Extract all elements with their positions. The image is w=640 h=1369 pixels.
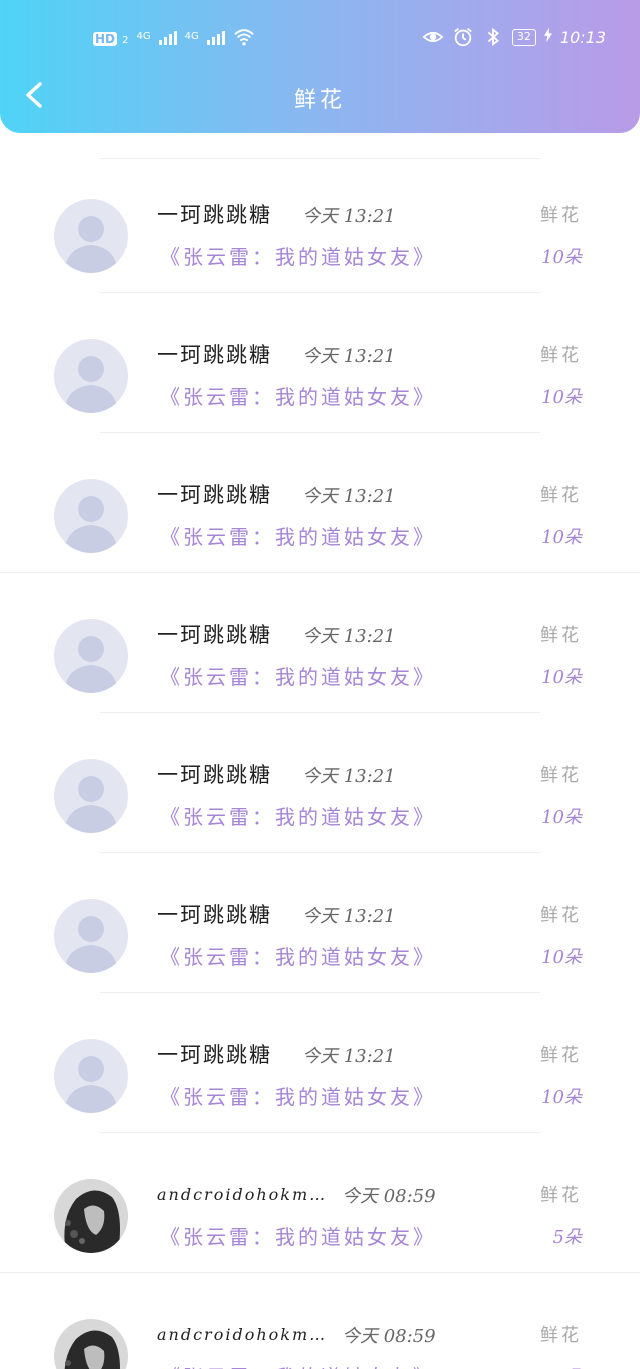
- wifi-icon: [233, 26, 255, 48]
- user-name: 一珂跳跳糖: [157, 1043, 272, 1067]
- flower-count: 10朵: [541, 667, 582, 688]
- user-name: 一珂跳跳糖: [157, 903, 272, 927]
- avatar[interactable]: [54, 339, 128, 413]
- flower-count: 5朵: [553, 1363, 582, 1369]
- default-avatar-icon: [54, 199, 128, 273]
- avatar[interactable]: [54, 479, 128, 553]
- book-title-link[interactable]: 《张云雷：我的道姑女友》: [160, 661, 436, 690]
- list-item[interactable]: 一珂跳跳糖 今天 13:21 鲜花 《张云雷：我的道姑女友》 10朵: [0, 993, 640, 1133]
- timestamp: 今天 13:21: [302, 346, 396, 367]
- user-name: 一珂跳跳糖: [157, 343, 272, 367]
- gift-type: 鲜花: [540, 1185, 582, 1206]
- gift-type: 鲜花: [540, 905, 582, 926]
- user-name: andcroidohokm…: [157, 1325, 328, 1344]
- flower-count: 10朵: [541, 947, 582, 968]
- book-title-link[interactable]: 《张云雷：我的道姑女友》: [160, 801, 436, 830]
- gift-type: 鲜花: [540, 205, 582, 226]
- default-avatar-icon: [54, 899, 128, 973]
- book-title-link[interactable]: 《张云雷：我的道姑女友》: [160, 241, 436, 270]
- timestamp: 今天 08:59: [342, 1186, 436, 1207]
- user-name: andcroidohokm…: [157, 1185, 328, 1204]
- list-item[interactable]: 一珂跳跳糖 今天 13:21 鲜花 《张云雷：我的道姑女友》 10朵: [0, 153, 640, 293]
- alarm-icon: [452, 26, 474, 48]
- default-avatar-icon: [54, 619, 128, 693]
- flower-count: 10朵: [541, 807, 582, 828]
- book-title-link[interactable]: 《张云雷：我的道姑女友》: [160, 381, 436, 410]
- list-item[interactable]: 一珂跳跳糖 今天 13:21 鲜花 《张云雷：我的道姑女友》 10朵: [0, 713, 640, 853]
- avatar[interactable]: [54, 1179, 128, 1253]
- network-type-1: 4G: [136, 31, 151, 42]
- avatar[interactable]: [54, 1039, 128, 1113]
- default-avatar-icon: [54, 1039, 128, 1113]
- avatar[interactable]: [54, 1319, 128, 1369]
- flower-count: 10朵: [541, 247, 582, 268]
- timestamp: 今天 13:21: [302, 486, 396, 507]
- avatar[interactable]: [54, 199, 128, 273]
- signal-icon: [158, 29, 177, 45]
- book-title-link[interactable]: 《张云雷：我的道姑女友》: [160, 941, 436, 970]
- gift-type: 鲜花: [540, 345, 582, 366]
- book-title-link[interactable]: 《张云雷：我的道姑女友》: [160, 1081, 436, 1110]
- gift-type: 鲜花: [540, 1045, 582, 1066]
- bluetooth-icon: [482, 26, 504, 48]
- gift-type: 鲜花: [540, 485, 582, 506]
- flower-record-list: 一珂跳跳糖 今天 13:21 鲜花 《张云雷：我的道姑女友》 10朵 一珂跳跳糖…: [0, 133, 640, 1369]
- charging-icon: [543, 27, 552, 47]
- timestamp: 今天 13:21: [302, 906, 396, 927]
- user-name: 一珂跳跳糖: [157, 623, 272, 647]
- list-item[interactable]: 一珂跳跳糖 今天 13:21 鲜花 《张云雷：我的道姑女友》 10朵: [0, 433, 640, 573]
- network-type-2: 4G: [184, 31, 199, 42]
- timestamp: 今天 13:21: [302, 766, 396, 787]
- page-title: 鲜花: [293, 88, 346, 113]
- user-photo-avatar: [54, 1179, 128, 1253]
- flower-count: 10朵: [541, 387, 582, 408]
- avatar[interactable]: [54, 899, 128, 973]
- flower-count: 10朵: [541, 527, 582, 548]
- user-name: 一珂跳跳糖: [157, 203, 272, 227]
- signal-icon: [206, 29, 225, 45]
- user-name: 一珂跳跳糖: [157, 763, 272, 787]
- flower-count: 5朵: [552, 1227, 582, 1248]
- app-header: HD 2 4G 4G 32 10:13 鲜花: [0, 0, 640, 133]
- timestamp: 今天 13:21: [302, 1046, 396, 1067]
- book-title-link[interactable]: 《张云雷：我的道姑女友》: [160, 521, 436, 550]
- gift-type: 鲜花: [540, 765, 582, 786]
- status-bar-right: 32 10:13: [422, 26, 606, 48]
- timestamp: 今天 13:21: [302, 206, 396, 227]
- book-title-link[interactable]: 《张云雷：我的道姑女友》: [160, 1221, 436, 1250]
- avatar[interactable]: [54, 759, 128, 833]
- list-item[interactable]: 一珂跳跳糖 今天 13:21 鲜花 《张云雷：我的道姑女友》 10朵: [0, 853, 640, 993]
- timestamp: 今天 13:21: [302, 626, 396, 647]
- list-item[interactable]: 一珂跳跳糖 今天 13:21 鲜花 《张云雷：我的道姑女友》 10朵: [0, 293, 640, 433]
- list-item[interactable]: 一珂跳跳糖 今天 13:21 鲜花 《张云雷：我的道姑女友》 10朵: [0, 573, 640, 713]
- list-item[interactable]: andcroidohokm… 今天 08:59 鲜花 《张云雷：我的道姑女友》 …: [0, 1133, 640, 1273]
- timestamp: 今天 08:59: [342, 1326, 436, 1347]
- avatar[interactable]: [54, 619, 128, 693]
- status-bar: HD 2 4G 4G 32 10:13: [0, 22, 640, 52]
- hd-label: HD: [93, 31, 118, 46]
- gift-type: 鲜花: [540, 625, 582, 646]
- clock-time: 10:13: [559, 27, 606, 47]
- gift-type: 鲜花: [540, 1325, 582, 1346]
- default-avatar-icon: [54, 479, 128, 553]
- flower-count: 10朵: [541, 1087, 582, 1108]
- hd-voice-icon: HD 2: [93, 28, 128, 47]
- user-name: 一珂跳跳糖: [157, 483, 272, 507]
- status-bar-left: HD 2 4G 4G: [93, 26, 255, 48]
- battery-level: 32: [511, 28, 536, 46]
- hd-sim-label: 2: [122, 34, 129, 46]
- default-avatar-icon: [54, 339, 128, 413]
- default-avatar-icon: [54, 759, 128, 833]
- eye-icon: [422, 26, 444, 48]
- book-title-link[interactable]: 《张云雷：我的道姑女友》: [160, 1361, 436, 1369]
- user-photo-avatar: [54, 1319, 128, 1369]
- list-item[interactable]: andcroidohokm… 今天 08:59 鲜花 《张云雷：我的道姑女友》 …: [0, 1273, 640, 1369]
